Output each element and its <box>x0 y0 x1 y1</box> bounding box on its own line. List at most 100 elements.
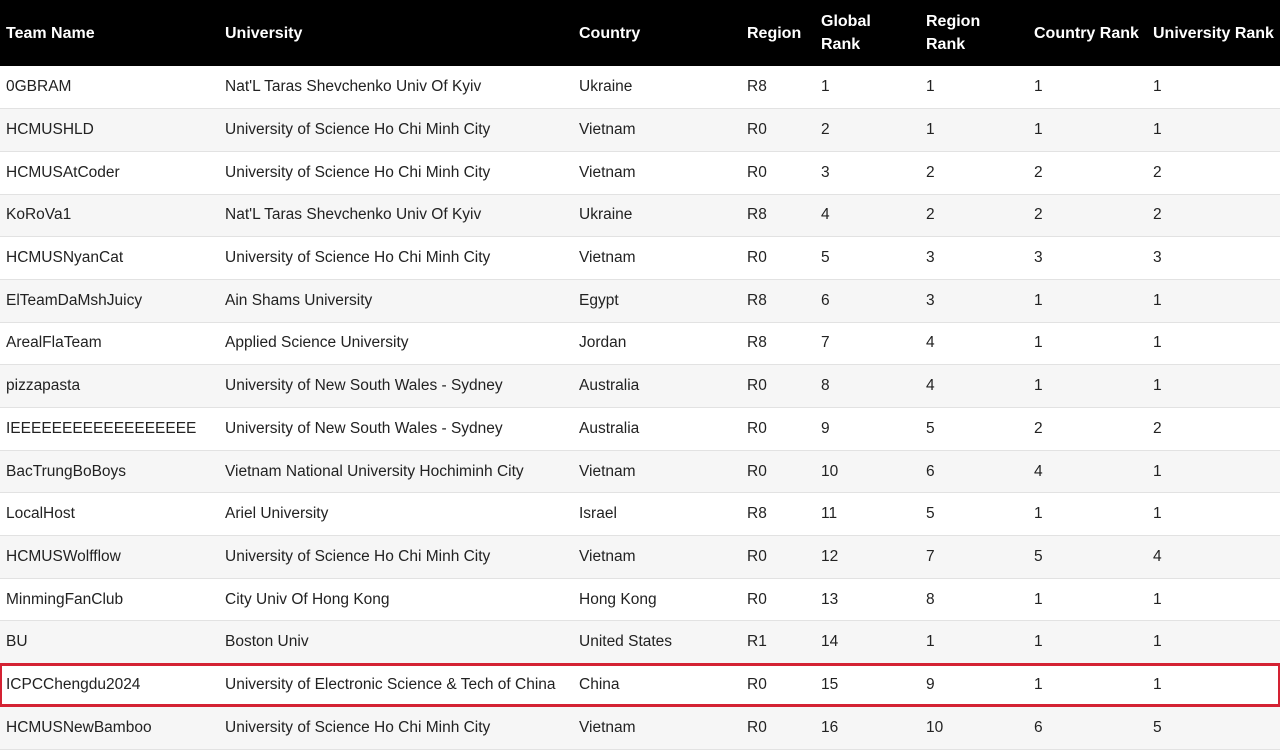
global-rank-cell: 15 <box>821 675 839 693</box>
country-rank-cell: 1 <box>1034 291 1043 309</box>
team-name-cell: ArealFlaTeam <box>6 334 102 352</box>
region-cell: R8 <box>747 291 767 309</box>
region-rank-cell: 3 <box>926 291 935 309</box>
country-rank-cell: 1 <box>1034 505 1043 523</box>
region-rank-cell: 4 <box>926 377 935 395</box>
region-rank-cell: 2 <box>926 163 935 181</box>
header-global-rank[interactable]: Global Rank <box>815 0 920 66</box>
region-cell: R0 <box>747 377 767 395</box>
country-cell: Egypt <box>579 291 619 309</box>
country-rank-cell: 6 <box>1034 718 1043 736</box>
country-cell: Vietnam <box>579 163 636 181</box>
global-rank-cell: 4 <box>821 206 830 224</box>
region-cell: R8 <box>747 78 767 96</box>
region-rank-cell: 8 <box>926 590 935 608</box>
region-rank-cell: 3 <box>926 249 935 267</box>
university-cell: Vietnam National University Hochiminh Ci… <box>225 462 524 480</box>
region-cell: R8 <box>747 334 767 352</box>
team-name-cell: pizzapasta <box>6 377 81 395</box>
table-row: MinmingFanClub City Univ Of Hong Kong Hong… <box>0 578 1280 621</box>
country-rank-cell: 1 <box>1034 675 1043 693</box>
country-rank-cell: 4 <box>1034 462 1043 480</box>
country-cell: Jordan <box>579 334 627 352</box>
region-cell: R0 <box>747 163 767 181</box>
region-rank-cell: 1 <box>926 633 935 651</box>
country-cell: Ukraine <box>579 206 633 224</box>
region-cell: R8 <box>747 206 767 224</box>
country-rank-cell: 5 <box>1034 547 1043 565</box>
university-cell: University of Science Ho Chi Minh City <box>225 163 491 181</box>
university-rank-cell: 3 <box>1153 249 1162 267</box>
university-cell: University of New South Wales - Sydney <box>225 377 503 395</box>
header-university[interactable]: University <box>219 0 573 66</box>
university-cell: University of New South Wales - Sydney <box>225 419 503 437</box>
university-rank-cell: 1 <box>1153 291 1162 309</box>
team-name-cell: BU <box>6 633 28 651</box>
region-rank-cell: 5 <box>926 419 935 437</box>
team-name-cell: HCMUSNewBamboo <box>6 718 152 736</box>
country-rank-cell: 1 <box>1034 121 1043 139</box>
university-cell: University of Electronic Science & Tech … <box>225 675 556 693</box>
country-cell: Vietnam <box>579 249 636 267</box>
university-rank-cell: 2 <box>1153 206 1162 224</box>
country-cell: Australia <box>579 377 640 395</box>
team-name-cell: ElTeamDaMshJuicy <box>6 291 143 309</box>
table-row: HCMUSAtCoder University of Science Ho Chi… <box>0 151 1280 195</box>
global-rank-cell: 14 <box>821 633 839 651</box>
region-cell: R0 <box>747 249 767 267</box>
university-rank-cell: 4 <box>1153 547 1162 565</box>
region-cell: R0 <box>747 419 767 437</box>
university-rank-cell: 1 <box>1153 462 1162 480</box>
university-rank-cell: 1 <box>1153 78 1162 96</box>
global-rank-cell: 5 <box>821 249 830 267</box>
global-rank-cell: 16 <box>821 718 839 736</box>
team-name-cell: 0GBRAM <box>6 78 72 96</box>
university-cell: Nat'L Taras Shevchenko Univ Of Kyiv <box>225 78 482 96</box>
header-team-name[interactable]: Team Name <box>0 0 219 66</box>
team-name-cell: BacTrungBoBoys <box>6 462 127 480</box>
region-cell: R0 <box>747 718 767 736</box>
header-country[interactable]: Country <box>573 0 741 66</box>
country-cell: China <box>579 675 620 693</box>
header-region[interactable]: Region <box>741 0 815 66</box>
university-rank-cell: 5 <box>1153 718 1162 736</box>
region-rank-cell: 7 <box>926 547 935 565</box>
region-cell: R8 <box>747 505 767 523</box>
country-cell: Vietnam <box>579 547 636 565</box>
country-rank-cell: 1 <box>1034 78 1043 96</box>
team-name-cell: ICPCChengdu2024 <box>6 675 141 693</box>
university-rank-cell: 1 <box>1153 377 1162 395</box>
table-row: IEEEEEEEEEEEEEEEEEE University of New Sou… <box>0 407 1280 451</box>
university-rank-cell: 1 <box>1153 334 1162 352</box>
region-rank-cell: 10 <box>926 718 944 736</box>
university-cell: City Univ Of Hong Kong <box>225 590 390 608</box>
region-cell: R0 <box>747 462 767 480</box>
global-rank-cell: 9 <box>821 419 830 437</box>
university-rank-cell: 2 <box>1153 163 1162 181</box>
global-rank-cell: 2 <box>821 121 830 139</box>
country-cell: United States <box>579 633 673 651</box>
header-region-rank[interactable]: Region Rank <box>920 0 1028 66</box>
table-row: BacTrungBoBoys Vietnam National Universit… <box>0 450 1280 493</box>
university-cell: Ariel University <box>225 505 329 523</box>
university-cell: University of Science Ho Chi Minh City <box>225 718 491 736</box>
global-rank-cell: 3 <box>821 163 830 181</box>
country-rank-cell: 2 <box>1034 419 1043 437</box>
header-row: Team Name University Country Region Glob… <box>0 0 1280 66</box>
table-body: 0GBRAM Nat'L Taras Shevchenko Univ Of Kyi… <box>0 66 1280 749</box>
team-name-cell: KoRoVa1 <box>6 206 72 224</box>
header-university-rank[interactable]: University Rank <box>1147 0 1280 66</box>
table-row: pizzapasta University of New South Wales … <box>0 364 1280 408</box>
rankings-table: Team Name University Country Region Glob… <box>0 0 1280 750</box>
global-rank-cell: 11 <box>821 505 838 523</box>
table-row: LocalHost Ariel University Israel R8 11 5 1 1 <box>0 492 1280 536</box>
team-name-cell: HCMUSWolfflow <box>6 547 121 565</box>
country-rank-cell: 3 <box>1034 249 1043 267</box>
header-country-rank[interactable]: Country Rank <box>1028 0 1147 66</box>
country-cell: Vietnam <box>579 121 636 139</box>
table-row: ArealFlaTeam Applied Science University Jo… <box>0 322 1280 365</box>
region-rank-cell: 2 <box>926 206 935 224</box>
table-row: HCMUSNewBamboo University of Science Ho C… <box>0 706 1280 749</box>
country-rank-cell: 1 <box>1034 377 1043 395</box>
university-rank-cell: 2 <box>1153 419 1162 437</box>
